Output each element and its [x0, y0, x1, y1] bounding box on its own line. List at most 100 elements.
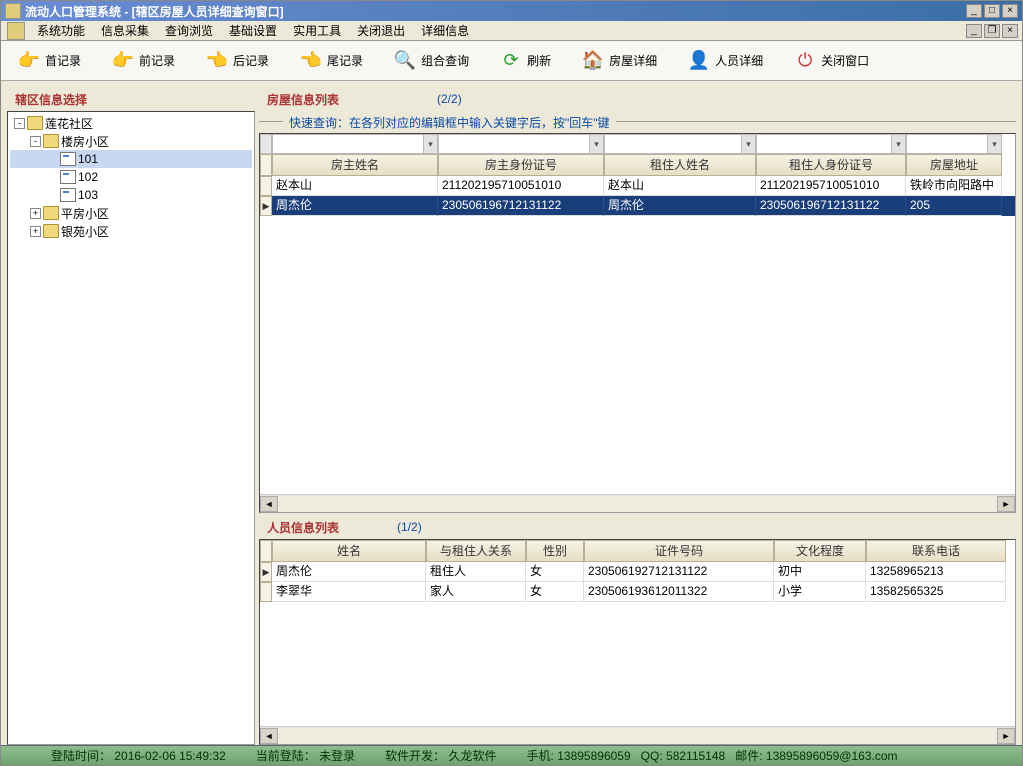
filter-input-0[interactable]: ▾	[272, 134, 438, 154]
qq-value: 582115148	[666, 749, 725, 763]
filter-input-3[interactable]: ▾	[756, 134, 906, 154]
people-row[interactable]: ▶周杰伦租住人女230506192712131122初中13258965213	[260, 562, 1015, 582]
toolbar-关闭窗口[interactable]: ⏻关闭窗口	[787, 47, 875, 75]
filter-input-2[interactable]: ▾	[604, 134, 756, 154]
house-header-3[interactable]: 租住人身份证号	[756, 154, 906, 176]
dev-label: 软件开发：	[385, 749, 445, 763]
toolbar-房屋详细[interactable]: 🏠房屋详细	[575, 47, 663, 75]
menu-item[interactable]: 信息采集	[93, 20, 157, 41]
tree-node-银苑小区[interactable]: +银苑小区	[10, 222, 252, 240]
toolbar-组合查询[interactable]: 🔍组合查询	[387, 47, 475, 75]
mdi-minimize-button[interactable]: _	[966, 24, 982, 38]
house-row[interactable]: ▶周杰伦230506196712131122周杰伦230506196712131…	[260, 196, 1015, 216]
scroll-left-button[interactable]: ◄	[260, 728, 278, 744]
house-cell: 赵本山	[604, 176, 756, 196]
house-page-indicator: (2/2)	[427, 92, 472, 106]
mdi-close-button[interactable]: ×	[1002, 24, 1018, 38]
house-header-4[interactable]: 房屋地址	[906, 154, 1002, 176]
menu-item[interactable]: 关闭退出	[349, 20, 413, 41]
search-icon: 🔍	[393, 49, 417, 73]
toolbar-label: 刷新	[527, 52, 551, 69]
people-cell: 租住人	[426, 562, 526, 582]
people-header-2[interactable]: 性别	[526, 540, 584, 562]
tree-node-楼房小区[interactable]: -楼房小区	[10, 132, 252, 150]
tree-item-101[interactable]: 101	[10, 150, 252, 168]
refresh-icon: ⟳	[499, 49, 523, 73]
minimize-button[interactable]: _	[966, 4, 982, 18]
people-hscroll[interactable]: ◄ ►	[260, 726, 1015, 744]
people-cell: 周杰伦	[272, 562, 426, 582]
toolbar-尾记录[interactable]: 👈尾记录	[293, 47, 369, 75]
filter-dropdown-icon[interactable]: ▾	[987, 135, 1001, 153]
people-header-1[interactable]: 与租住人关系	[426, 540, 526, 562]
menu-item[interactable]: 详细信息	[413, 20, 477, 41]
tree-item-103[interactable]: 103	[10, 186, 252, 204]
toolbar-label: 人员详细	[715, 52, 763, 69]
toolbar-前记录[interactable]: 👉前记录	[105, 47, 181, 75]
people-cell: 13582565325	[866, 582, 1006, 602]
close-button[interactable]: ×	[1002, 4, 1018, 18]
scroll-right-button[interactable]: ►	[997, 496, 1015, 512]
tree-view[interactable]: -莲花社区-楼房小区101102103+平房小区+银苑小区	[7, 111, 255, 745]
people-header-0[interactable]: 姓名	[272, 540, 426, 562]
people-grid[interactable]: 姓名与租住人关系性别证件号码文化程度联系电话 ▶周杰伦租住人女230506192…	[259, 539, 1016, 745]
toolbar-后记录[interactable]: 👈后记录	[199, 47, 275, 75]
house-row[interactable]: 赵本山211202195710051010赵本山2112021957100510…	[260, 176, 1015, 196]
people-header-4[interactable]: 文化程度	[774, 540, 866, 562]
people-cell: 家人	[426, 582, 526, 602]
menubar: 系统功能信息采集查询浏览基础设置实用工具关闭退出详细信息 _ ❐ ×	[1, 21, 1022, 41]
filter-dropdown-icon[interactable]: ▾	[741, 135, 755, 153]
people-page-indicator: (1/2)	[387, 520, 432, 534]
close-icon: ⏻	[793, 49, 817, 73]
menu-item[interactable]: 系统功能	[29, 20, 93, 41]
toolbar-label: 后记录	[233, 52, 269, 69]
filter-input-4[interactable]: ▾	[906, 134, 1002, 154]
house-cell: 赵本山	[272, 176, 438, 196]
hand-left: 👈	[205, 49, 229, 73]
house-grid[interactable]: ▾ ▾ ▾ ▾ ▾ 房主姓名房主身份证号租住人姓名租住人身份证号房屋地址 赵本山2112…	[259, 133, 1016, 513]
menu-item[interactable]: 查询浏览	[157, 20, 221, 41]
maximize-button[interactable]: □	[984, 4, 1000, 18]
menu-item[interactable]: 实用工具	[285, 20, 349, 41]
toolbar-刷新[interactable]: ⟳刷新	[493, 47, 557, 75]
tree-node-平房小区[interactable]: +平房小区	[10, 204, 252, 222]
house-header-0[interactable]: 房主姓名	[272, 154, 438, 176]
house-cell: 铁岭市向阳路中	[906, 176, 1002, 196]
mail-label: 邮件:	[735, 749, 762, 763]
people-row[interactable]: 李翠华家人女230506193612011322小学13582565325	[260, 582, 1015, 602]
house-hscroll[interactable]: ◄ ►	[260, 494, 1015, 512]
toolbar-label: 组合查询	[421, 52, 469, 69]
toolbar-人员详细[interactable]: 👤人员详细	[681, 47, 769, 75]
hand-right: 👉	[111, 49, 135, 73]
scroll-left-button[interactable]: ◄	[260, 496, 278, 512]
people-header-5[interactable]: 联系电话	[866, 540, 1006, 562]
people-cell: 初中	[774, 562, 866, 582]
people-header-3[interactable]: 证件号码	[584, 540, 774, 562]
toolbar-label: 房屋详细	[609, 52, 657, 69]
titlebar: 流动人口管理系统 - [辖区房屋人员详细查询窗口] _ □ ×	[1, 1, 1022, 21]
toolbar-label: 前记录	[139, 52, 175, 69]
statusbar: 登陆时间： 2016-02-06 15:49:32 当前登陆： 未登录 软件开发…	[1, 745, 1022, 765]
people-cell: 小学	[774, 582, 866, 602]
left-panel-title: 辖区信息选择	[7, 87, 255, 111]
filter-input-1[interactable]: ▾	[438, 134, 604, 154]
toolbar-首记录[interactable]: 👉首记录	[11, 47, 87, 75]
filter-dropdown-icon[interactable]: ▾	[891, 135, 905, 153]
house-cell: 205	[906, 196, 1002, 216]
tree-item-102[interactable]: 102	[10, 168, 252, 186]
filter-dropdown-icon[interactable]: ▾	[423, 135, 437, 153]
filter-dropdown-icon[interactable]: ▾	[589, 135, 603, 153]
tree-root[interactable]: -莲花社区	[10, 114, 252, 132]
house-cell: 230506196712131122	[438, 196, 604, 216]
people-list-title: 人员信息列表	[259, 515, 347, 539]
house-header-1[interactable]: 房主身份证号	[438, 154, 604, 176]
mdi-restore-button[interactable]: ❐	[984, 24, 1000, 38]
hand-left: 👈	[299, 49, 323, 73]
house-list-title: 房屋信息列表	[259, 87, 347, 111]
app-icon	[5, 3, 21, 19]
scroll-right-button[interactable]: ►	[997, 728, 1015, 744]
dev-value: 久龙软件	[449, 749, 497, 763]
menu-item[interactable]: 基础设置	[221, 20, 285, 41]
house-header-2[interactable]: 租住人姓名	[604, 154, 756, 176]
window-title: 流动人口管理系统 - [辖区房屋人员详细查询窗口]	[25, 3, 966, 20]
